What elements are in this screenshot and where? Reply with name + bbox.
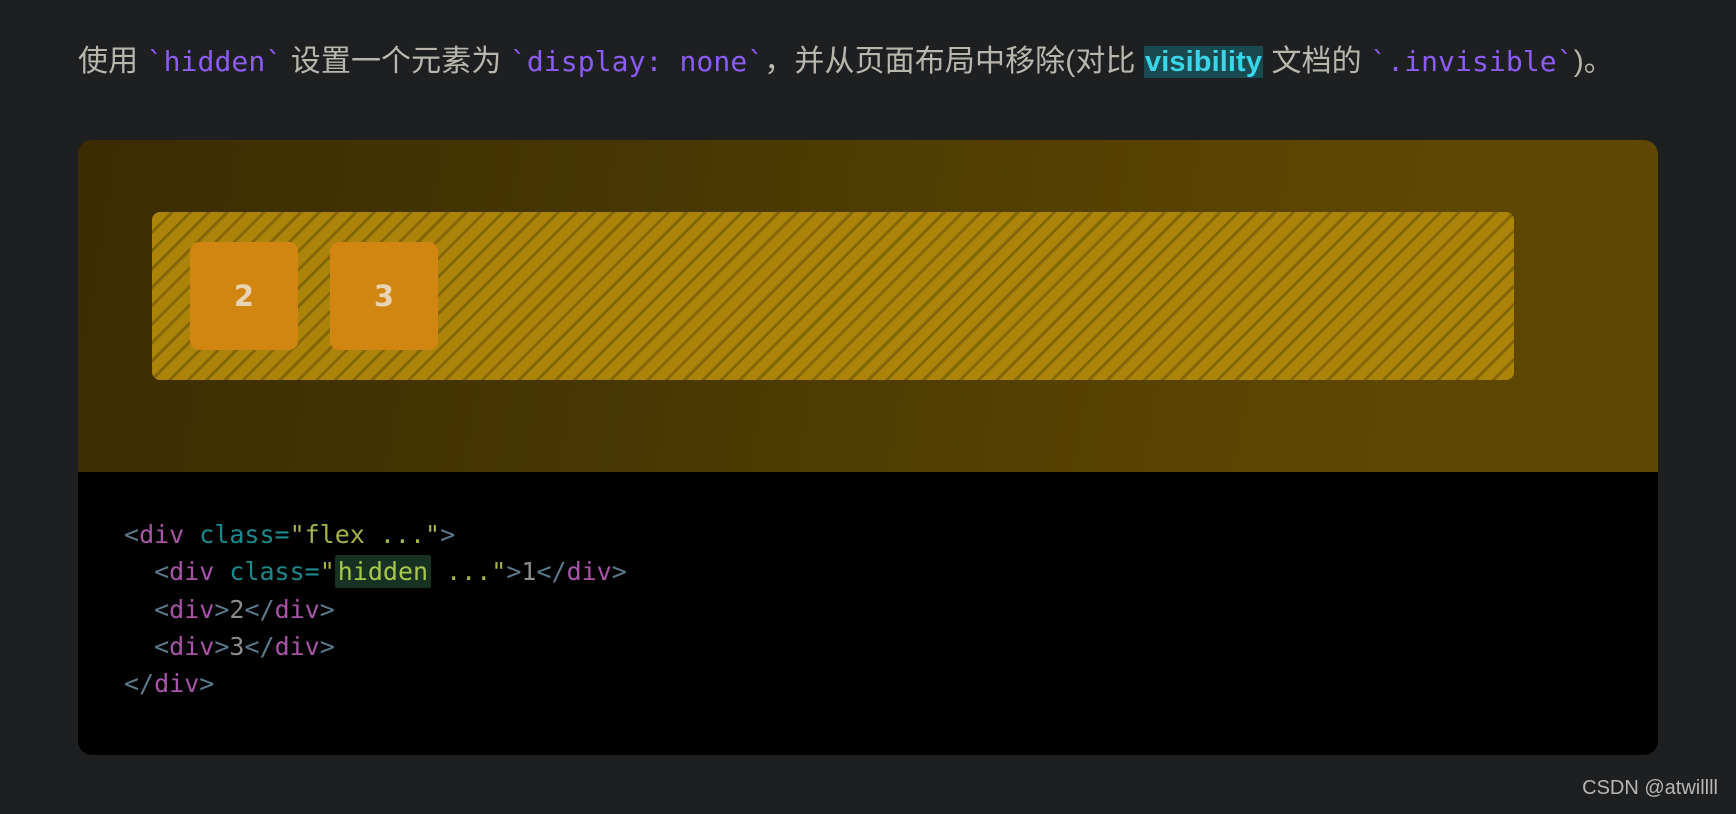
code-string: "flex ..."	[289, 520, 441, 549]
code-bracket: >	[199, 669, 215, 698]
code-bracket: <	[154, 594, 170, 624]
code-string-quote: "	[319, 557, 335, 587]
heading-text-part-2: 设置一个元素为	[282, 45, 510, 78]
page-title: 使用 `hidden` 设置一个元素为 `display: none`，并从页面…	[78, 40, 1614, 84]
code-bracket: >	[214, 631, 230, 661]
code-text: 2	[229, 594, 245, 624]
preview-panel: 1 2 3	[78, 140, 1658, 472]
code-tag: div	[169, 631, 215, 661]
code-tag: div	[169, 594, 215, 624]
code-bracket: </	[536, 557, 567, 587]
code-bracket: </	[124, 669, 155, 698]
inline-code-hidden: `hidden`	[146, 45, 283, 78]
flex-container: 1 2 3	[152, 212, 1514, 380]
code-tag: div	[274, 594, 320, 624]
code-bracket: </	[244, 594, 275, 624]
demo-card: 1 2 3 <div class="flex ..."> <div class=…	[78, 140, 1658, 755]
code-attribute: class=	[214, 557, 320, 587]
heading-text-part-3: ，并从页面布局中移除(对比	[764, 45, 1144, 78]
code-tag: div	[139, 520, 185, 549]
inline-code-display-none: `display: none`	[509, 45, 765, 78]
code-snippet: <div class="flex ..."> <div class=" hidde…	[124, 516, 1658, 702]
code-bracket: >	[440, 520, 456, 549]
code-bracket: </	[244, 631, 275, 661]
flex-item-3: 3	[330, 242, 438, 350]
code-bracket: >	[319, 594, 335, 624]
watermark: CSDN @atwillll	[1582, 777, 1718, 799]
heading-text-part-5: )。	[1573, 45, 1614, 78]
code-string: ..."	[431, 557, 507, 587]
code-bracket: >	[319, 631, 335, 661]
code-bracket: >	[506, 557, 522, 587]
code-bracket: <	[154, 631, 170, 661]
code-tag: div	[169, 557, 215, 587]
code-attribute: class=	[184, 520, 290, 549]
code-bracket: >	[214, 594, 230, 624]
flex-item-2: 2	[190, 242, 298, 350]
code-bracket: <	[124, 520, 140, 549]
code-block: <div class="flex ..."> <div class=" hidde…	[78, 472, 1658, 755]
code-text: 3	[229, 631, 245, 661]
code-bracket: <	[154, 557, 170, 587]
code-tag: div	[154, 669, 200, 698]
code-text: 1	[521, 557, 537, 587]
code-bracket: >	[611, 557, 627, 587]
visibility-doc-link[interactable]: visibility	[1144, 46, 1264, 78]
heading-text-part-4: 文档的	[1263, 45, 1371, 78]
inline-code-invisible: `.invisible`	[1370, 45, 1574, 78]
heading-text-part-1: 使用	[78, 45, 147, 78]
code-tag: div	[274, 631, 320, 661]
highlighted-class-hidden: hidden	[334, 555, 432, 589]
code-tag: div	[566, 557, 612, 587]
